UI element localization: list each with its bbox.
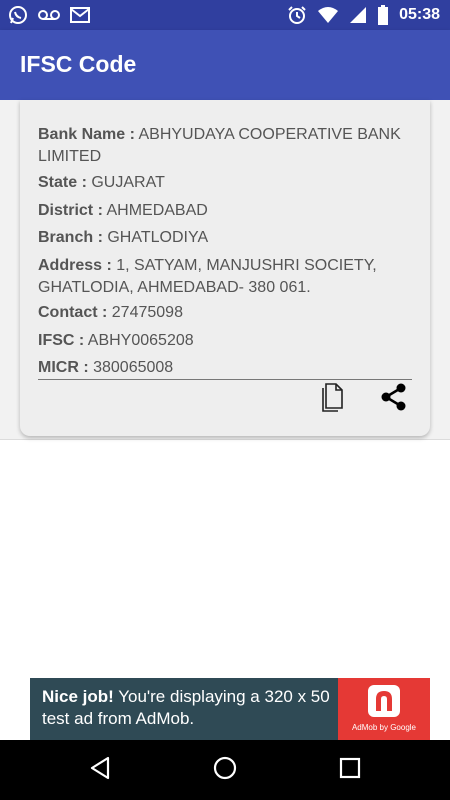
card-divider bbox=[38, 379, 412, 380]
branch-label: Branch : bbox=[38, 229, 103, 246]
district-row: District : AHMEDABAD bbox=[38, 200, 418, 222]
state-label: State : bbox=[38, 174, 87, 191]
clock: 05:38 bbox=[399, 6, 440, 23]
back-icon bbox=[89, 756, 111, 785]
status-bar: 05:38 bbox=[0, 0, 450, 30]
contact-row: Contact : 27475098 bbox=[38, 302, 418, 324]
state-row: State : GUJARAT bbox=[38, 172, 418, 194]
copy-icon bbox=[320, 382, 344, 417]
whatsapp-icon bbox=[8, 5, 28, 25]
copy-button[interactable] bbox=[317, 382, 347, 417]
recents-button[interactable] bbox=[335, 755, 365, 785]
ifsc-value: ABHY0065208 bbox=[87, 332, 194, 349]
micr-value: 380065008 bbox=[93, 359, 174, 376]
navigation-bar bbox=[0, 740, 450, 800]
ifsc-label: IFSC : bbox=[38, 332, 85, 349]
app-bar: IFSC Code bbox=[0, 30, 450, 100]
content-area: Bank Name : ABHYUDAYA COOPERATIVE BANK L… bbox=[0, 100, 450, 440]
micr-row: MICR : 380065008 bbox=[38, 357, 418, 379]
ad-headline: Nice job! bbox=[42, 687, 114, 706]
ad-text: Nice job! You're displaying a 320 x 50 t… bbox=[42, 686, 342, 730]
bank-name-row: Bank Name : ABHYUDAYA COOPERATIVE BANK L… bbox=[38, 124, 418, 168]
alarm-icon bbox=[287, 5, 307, 25]
address-label: Address : bbox=[38, 257, 112, 274]
contact-value: 27475098 bbox=[111, 304, 183, 321]
bank-details-card: Bank Name : ABHYUDAYA COOPERATIVE BANK L… bbox=[20, 100, 430, 436]
signal-icon bbox=[349, 6, 367, 24]
branch-row: Branch : GHATLODIYA bbox=[38, 227, 418, 249]
notification-icons bbox=[8, 4, 90, 26]
gmail-icon bbox=[70, 7, 90, 23]
contact-label: Contact : bbox=[38, 304, 108, 321]
back-button[interactable] bbox=[85, 755, 115, 785]
app-title: IFSC Code bbox=[20, 51, 137, 77]
state-value: GUJARAT bbox=[91, 174, 165, 191]
admob-logo-box: AdMob by Google bbox=[338, 678, 430, 740]
district-label: District : bbox=[38, 202, 103, 219]
bank-name-label: Bank Name : bbox=[38, 126, 135, 143]
system-icons: 05:38 bbox=[287, 4, 440, 26]
ifsc-row: IFSC : ABHY0065208 bbox=[38, 330, 418, 352]
voicemail-icon bbox=[38, 8, 60, 22]
district-value: AHMEDABAD bbox=[106, 202, 208, 219]
home-icon bbox=[213, 756, 237, 785]
admob-logo-icon bbox=[367, 684, 401, 718]
share-button[interactable] bbox=[379, 383, 409, 415]
address-row: Address : 1, SATYAM, MANJUSHRI SOCIETY, … bbox=[38, 255, 418, 299]
admob-caption: AdMob by Google bbox=[351, 723, 417, 732]
micr-label: MICR : bbox=[38, 359, 89, 376]
wifi-icon bbox=[317, 6, 339, 24]
branch-value: GHATLODIYA bbox=[107, 229, 209, 246]
share-icon bbox=[379, 383, 409, 416]
ad-banner[interactable]: Nice job! You're displaying a 320 x 50 t… bbox=[30, 678, 430, 740]
battery-icon bbox=[377, 5, 389, 25]
home-button[interactable] bbox=[210, 755, 240, 785]
recents-icon bbox=[339, 757, 361, 784]
